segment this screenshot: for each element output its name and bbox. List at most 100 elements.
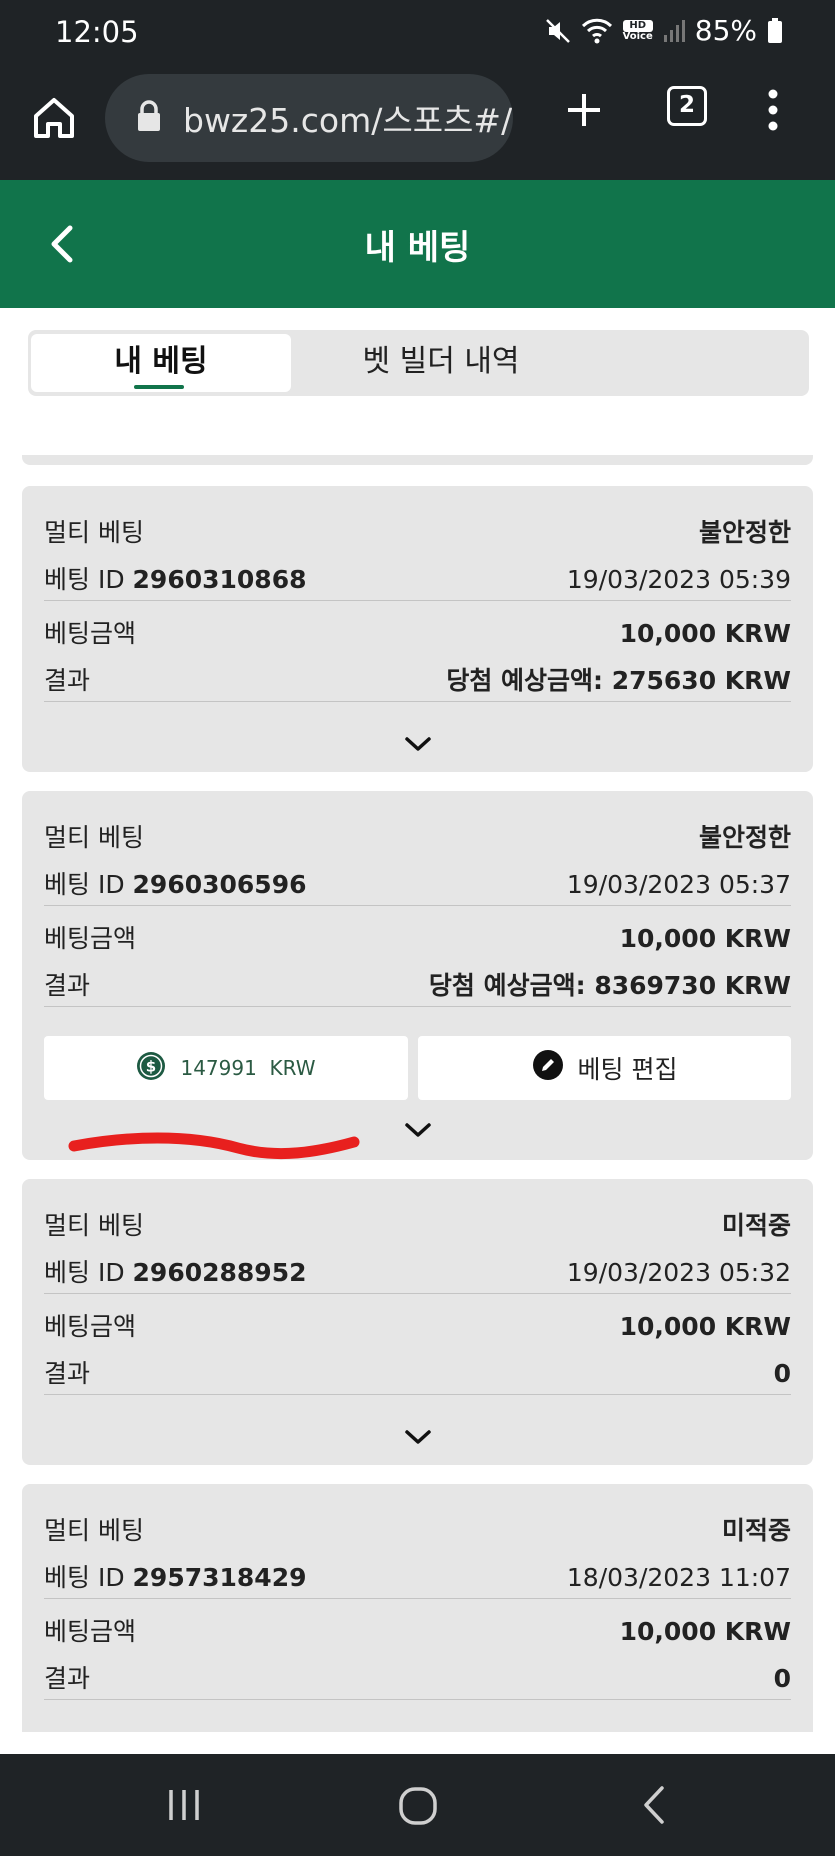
- bet-datetime: 18/03/2023 11:07: [566, 1563, 791, 1592]
- lock-icon: [135, 99, 163, 137]
- app-header: 내 베팅: [0, 180, 835, 308]
- bet-status: 불안정한: [698, 518, 791, 547]
- bet-id-row: 베팅 ID 2960310868 19/03/2023 05:39: [44, 563, 791, 597]
- browser-toolbar: bwz25.com/스포츠#/ 2: [0, 64, 835, 180]
- pencil-circle-icon: [532, 1049, 564, 1087]
- bet-result: 0: [773, 1664, 791, 1693]
- bet-type-row: 멀티 베팅 불안정한: [44, 821, 791, 855]
- bet-type: 멀티 베팅: [44, 518, 144, 547]
- bet-datetime: 19/03/2023 05:39: [566, 565, 791, 594]
- home-icon[interactable]: [28, 92, 80, 144]
- status-time: 12:05: [55, 15, 139, 49]
- bet-tabs: 내 베팅 벳 빌더 내역: [28, 330, 809, 396]
- bet-type-row: 멀티 베팅 미적중: [44, 1514, 791, 1548]
- svg-text:$: $: [146, 1057, 156, 1075]
- edit-bet-label: 베팅 편집: [577, 1055, 678, 1084]
- bet-result-label: 결과: [44, 971, 91, 1000]
- bet-id: 2960306596: [132, 870, 307, 899]
- bet-amount-label: 베팅금액: [44, 1617, 137, 1646]
- bet-card: 멀티 베팅 불안정한 베팅 ID 2960310868 19/03/2023 0…: [22, 486, 813, 772]
- bet-amount-row: 베팅금액 10,000 KRW: [44, 922, 791, 956]
- address-bar[interactable]: bwz25.com/스포츠#/: [105, 74, 513, 162]
- bet-id: 2960288952: [132, 1258, 307, 1287]
- tab-my-bets[interactable]: 내 베팅: [31, 334, 291, 392]
- divider: [44, 905, 791, 906]
- system-nav-bar: [0, 1754, 835, 1856]
- bet-type-row: 멀티 베팅 불안정한: [44, 516, 791, 550]
- tab-count-button[interactable]: 2: [667, 86, 707, 126]
- divider: [44, 600, 791, 601]
- bet-datetime: 19/03/2023 05:32: [566, 1258, 791, 1287]
- chevron-down-icon[interactable]: [404, 1429, 432, 1445]
- red-underline-annotation: [68, 1132, 362, 1172]
- bet-result-label: 결과: [44, 1359, 91, 1388]
- bet-type: 멀티 베팅: [44, 1211, 144, 1240]
- plus-icon[interactable]: [560, 86, 608, 134]
- wifi-icon: [581, 17, 613, 45]
- bet-type: 멀티 베팅: [44, 823, 144, 852]
- bet-status: 미적중: [721, 1516, 791, 1545]
- recents-icon[interactable]: [166, 1788, 202, 1822]
- divider: [44, 1006, 791, 1007]
- bet-result-row: 결과 0: [44, 1357, 791, 1391]
- bet-amount: 10,000 KRW: [619, 619, 791, 648]
- bet-result-label: 결과: [44, 666, 91, 695]
- bet-id-row: 베팅 ID 2957318429 18/03/2023 11:07: [44, 1561, 791, 1595]
- bet-amount: 10,000 KRW: [619, 924, 791, 953]
- bet-card: 멀티 베팅 불안정한 베팅 ID 2960306596 19/03/2023 0…: [22, 791, 813, 1160]
- bet-result: 당첨 예상금액: 8369730 KRW: [428, 971, 791, 1000]
- hd-voice-icon: HD Voice: [622, 19, 653, 42]
- page-title: 내 베팅: [364, 228, 471, 268]
- signal-icon: [663, 19, 685, 43]
- home-circle-icon[interactable]: [398, 1786, 438, 1826]
- url-text: bwz25.com/스포츠#/: [183, 101, 513, 140]
- bet-amount-label: 베팅금액: [44, 619, 137, 648]
- bet-amount: 10,000 KRW: [619, 1617, 791, 1646]
- bet-amount-label: 베팅금액: [44, 1312, 137, 1341]
- battery-icon: [767, 17, 783, 44]
- bet-id-row: 베팅 ID 2960288952 19/03/2023 05:32: [44, 1256, 791, 1290]
- divider: [44, 1293, 791, 1294]
- bet-id-label: 베팅 ID: [44, 1258, 125, 1287]
- previous-card-edge: [22, 455, 813, 465]
- bet-actions: $ 147991 KRW 베팅 편집: [22, 1036, 813, 1100]
- bet-amount-row: 베팅금액 10,000 KRW: [44, 617, 791, 651]
- status-icons: HD Voice 85%: [545, 14, 783, 47]
- content-bottom-edge: [0, 1732, 835, 1754]
- bet-result: 당첨 예상금액: 275630 KRW: [446, 666, 791, 695]
- status-bar: 12:05 HD Voice 85%: [0, 0, 835, 64]
- cashout-amount: 147991 KRW: [180, 1056, 316, 1080]
- menu-dots-icon[interactable]: [760, 86, 786, 134]
- bet-status: 미적중: [721, 1211, 791, 1240]
- bet-id-label: 베팅 ID: [44, 565, 125, 594]
- divider: [44, 1394, 791, 1395]
- divider: [44, 1598, 791, 1599]
- bet-id: 2957318429: [132, 1563, 307, 1592]
- bet-type-row: 멀티 베팅 미적중: [44, 1209, 791, 1243]
- bet-id-row: 베팅 ID 2960306596 19/03/2023 05:37: [44, 868, 791, 902]
- divider: [44, 1699, 791, 1700]
- bet-amount-label: 베팅금액: [44, 924, 137, 953]
- bet-result-label: 결과: [44, 1664, 91, 1693]
- bet-amount-row: 베팅금액 10,000 KRW: [44, 1310, 791, 1344]
- dollar-circle-icon: $: [136, 1051, 166, 1086]
- bet-id: 2960310868: [132, 565, 307, 594]
- bet-datetime: 19/03/2023 05:37: [566, 870, 791, 899]
- bet-type: 멀티 베팅: [44, 1516, 144, 1545]
- tab-bet-builder-history[interactable]: 벳 빌더 내역: [291, 334, 591, 392]
- bet-result-row: 결과 당첨 예상금액: 275630 KRW: [44, 664, 791, 698]
- cashout-button[interactable]: $ 147991 KRW: [44, 1036, 408, 1100]
- back-icon[interactable]: [640, 1784, 668, 1826]
- chevron-down-icon[interactable]: [404, 1122, 432, 1138]
- bet-result-row: 결과 0: [44, 1662, 791, 1696]
- active-tab-indicator: [134, 385, 184, 389]
- bet-amount-row: 베팅금액 10,000 KRW: [44, 1615, 791, 1649]
- bet-card: 멀티 베팅 미적중 베팅 ID 2957318429 18/03/2023 11…: [22, 1484, 813, 1736]
- battery-percent: 85%: [694, 14, 757, 47]
- chevron-down-icon[interactable]: [404, 736, 432, 752]
- bet-card: 멀티 베팅 미적중 베팅 ID 2960288952 19/03/2023 05…: [22, 1179, 813, 1465]
- bet-amount: 10,000 KRW: [619, 1312, 791, 1341]
- edit-bet-button[interactable]: 베팅 편집: [418, 1036, 791, 1100]
- bet-id-label: 베팅 ID: [44, 870, 125, 899]
- mute-icon: [545, 18, 571, 44]
